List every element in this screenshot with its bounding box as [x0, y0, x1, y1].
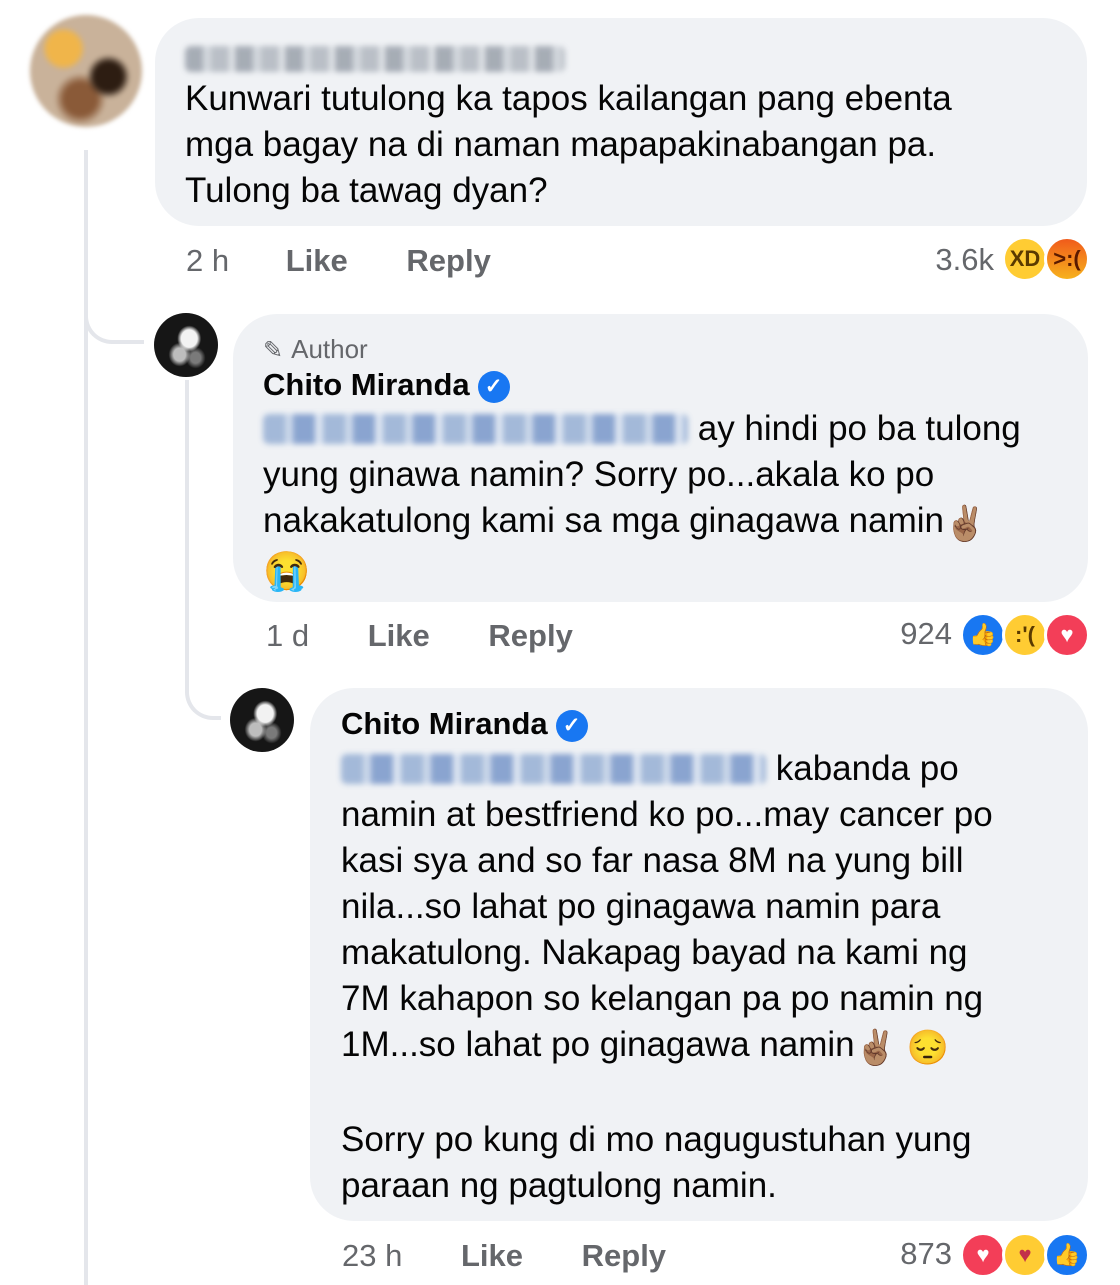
comment-bubble: Chito Miranda ✓ kabanda po namin at bestf… [310, 688, 1088, 1221]
thread-line-reply [185, 380, 189, 680]
reaction-icons[interactable]: XD >:( [1002, 236, 1092, 282]
comment-actions: 2 h Like Reply [186, 243, 491, 279]
author-tag: ✎ Author [263, 334, 368, 364]
like-button[interactable]: Like [461, 1238, 523, 1273]
author-name[interactable]: Chito Miranda ✓ [263, 367, 510, 403]
reaction-icons[interactable]: 👍 :'( ♥ [960, 612, 1090, 658]
verified-badge-icon: ✓ [555, 709, 588, 742]
comment-time[interactable]: 2 h [186, 243, 229, 278]
mention-redacted[interactable] [341, 754, 766, 784]
comment-time[interactable]: 1 d [266, 618, 309, 653]
comment-actions: 1 d Like Reply [266, 618, 573, 654]
reaction-count[interactable]: 3.6k [890, 242, 994, 278]
comment-text: Kunwari tutulong ka tapos kailangan pang… [185, 79, 952, 210]
mention-redacted[interactable] [263, 414, 688, 444]
comment-text: ay hindi po ba tulong yung ginawa namin?… [263, 409, 1021, 593]
verified-badge-icon: ✓ [477, 370, 510, 403]
love-icon: ♥ [1044, 612, 1090, 658]
sad-icon: :'( [1002, 612, 1048, 658]
thread-connector-1 [84, 290, 144, 344]
pensive-face-icon: 😔 [906, 1029, 950, 1067]
reply-button[interactable]: Reply [406, 243, 490, 278]
comment-actions: 23 h Like Reply [342, 1238, 666, 1274]
like-icon: 👍 [1044, 1232, 1090, 1278]
author-name[interactable]: Chito Miranda ✓ [341, 706, 588, 742]
comment-time[interactable]: 23 h [342, 1238, 402, 1273]
comment-bubble: Kunwari tutulong ka tapos kailangan pang… [155, 18, 1087, 226]
like-button[interactable]: Like [368, 618, 430, 653]
commenter-avatar[interactable] [30, 15, 142, 127]
thread-connector-2 [185, 660, 221, 720]
author-avatar[interactable] [154, 313, 218, 377]
reaction-count[interactable]: 873 [860, 1236, 952, 1272]
care-icon: ♥ [1002, 1232, 1048, 1278]
angry-icon: >:( [1044, 236, 1090, 282]
commenter-name-redacted[interactable] [185, 46, 565, 72]
crying-face-icon: 😭 [263, 551, 311, 593]
victory-hand-icon: ✌🏽 [943, 505, 987, 543]
reply-button[interactable]: Reply [488, 618, 572, 653]
love-icon: ♥ [960, 1232, 1006, 1278]
comment-bubble: ✎ Author Chito Miranda ✓ ay hindi po ba tu… [233, 314, 1088, 602]
reply-button[interactable]: Reply [582, 1238, 666, 1273]
pencil-icon: ✎ [263, 337, 284, 364]
reaction-count[interactable]: 924 [860, 616, 952, 652]
like-icon: 👍 [960, 612, 1006, 658]
author-avatar[interactable] [230, 688, 294, 752]
reaction-icons[interactable]: ♥ ♥ 👍 [960, 1232, 1090, 1278]
haha-icon: XD [1002, 236, 1048, 282]
comment-text: kabanda po namin at bestfriend ko po...m… [341, 749, 993, 1205]
victory-hand-icon: ✌🏽 [854, 1029, 897, 1067]
like-button[interactable]: Like [286, 243, 348, 278]
